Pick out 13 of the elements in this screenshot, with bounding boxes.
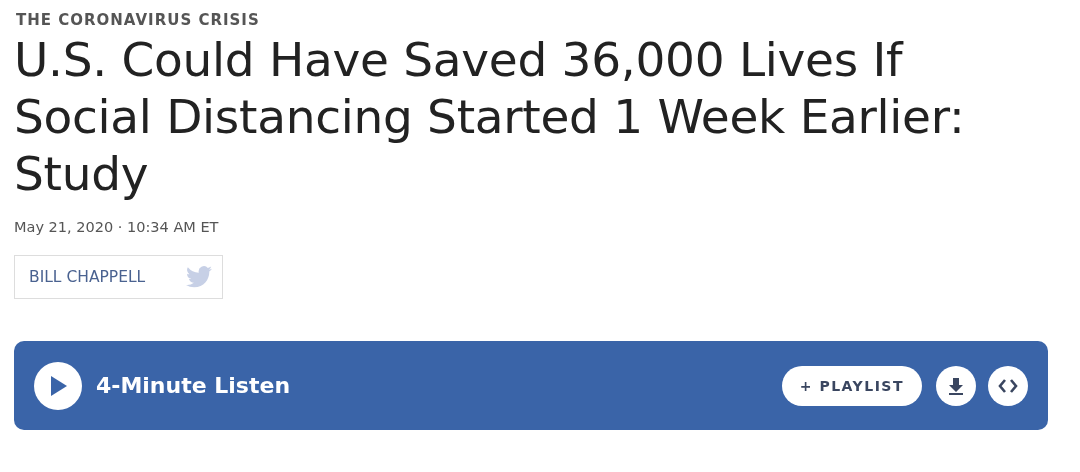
listen-label: 4-Minute Listen <box>96 373 292 398</box>
author-button[interactable]: BILL CHAPPELL <box>14 255 223 299</box>
headline: U.S. Could Have Saved 36,000 Lives If Social Distancing Started 1 Week Earlier: Study <box>14 31 966 202</box>
embed-button[interactable] <box>988 365 1028 406</box>
section-label: THE CORONAVIRUS CRISIS <box>16 11 260 29</box>
bird-icon <box>186 266 212 288</box>
download-icon <box>946 375 966 396</box>
dateline: May 21, 2020 · 10:34 AM ET <box>14 219 219 235</box>
author-name: BILL CHAPPELL <box>29 268 146 286</box>
playlist-button[interactable]: + PLAYLIST <box>781 365 922 406</box>
play-icon <box>48 374 68 397</box>
download-button[interactable] <box>936 365 976 406</box>
play-button[interactable] <box>34 361 82 410</box>
